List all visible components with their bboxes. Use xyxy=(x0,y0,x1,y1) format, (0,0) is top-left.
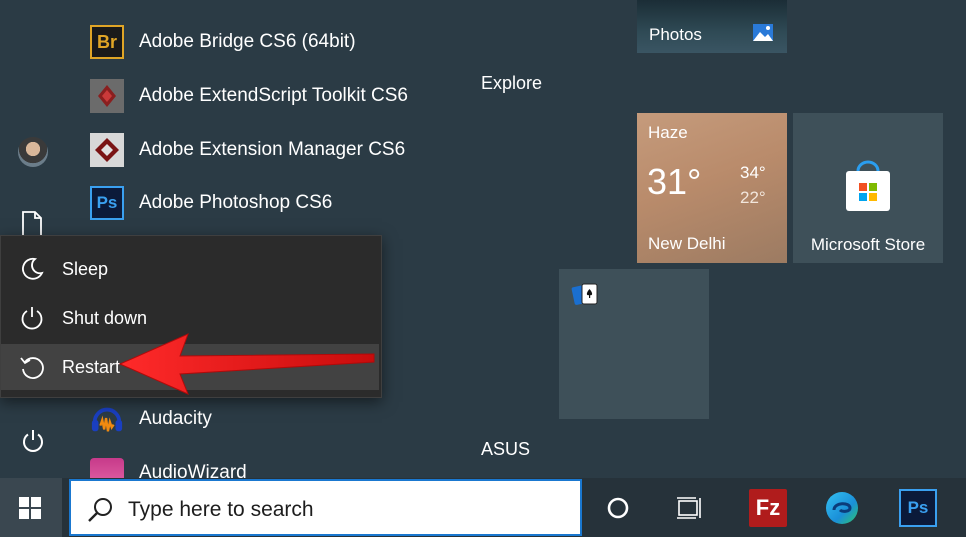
bridge-icon: Br xyxy=(90,25,124,59)
edge-taskbar-icon[interactable] xyxy=(823,489,861,527)
photos-tile[interactable]: Photos xyxy=(637,0,787,53)
start-menu: Br Adobe Bridge CS6 (64bit) Adobe Extend… xyxy=(0,0,966,478)
power-icon[interactable] xyxy=(21,429,45,453)
app-item-extension-manager[interactable]: Adobe Extension Manager CS6 xyxy=(90,130,405,170)
weather-tile[interactable]: Haze 31° 34° 22° New Delhi xyxy=(637,113,787,263)
photos-tile-label: Photos xyxy=(649,25,702,44)
audiowizard-icon xyxy=(90,458,124,478)
shutdown-label: Shut down xyxy=(62,307,148,328)
taskbar: Type here to search Fz Ps xyxy=(0,478,966,537)
extendscript-icon xyxy=(90,79,124,113)
windows-logo-icon xyxy=(19,497,41,519)
store-bag-icon xyxy=(846,160,890,211)
restart-label: Restart xyxy=(62,356,121,377)
user-avatar[interactable] xyxy=(18,137,48,167)
solitaire-tile[interactable] xyxy=(559,269,709,419)
photoshop-icon: Ps xyxy=(90,186,124,220)
audacity-icon xyxy=(90,402,124,436)
search-icon xyxy=(88,498,112,522)
app-item-audiowizard[interactable]: AudioWizard xyxy=(90,452,247,478)
weather-low: 22° xyxy=(740,188,766,207)
sleep-label: Sleep xyxy=(62,258,109,279)
search-placeholder: Type here to search xyxy=(128,498,314,521)
microsoft-store-tile[interactable]: Microsoft Store xyxy=(793,113,943,263)
weather-high: 34° xyxy=(740,163,766,182)
store-tile-label: Microsoft Store xyxy=(810,235,926,254)
app-item-extendscript[interactable]: Adobe ExtendScript Toolkit CS6 xyxy=(90,76,408,116)
app-label: Adobe Extension Manager CS6 xyxy=(139,139,406,160)
filezilla-taskbar-icon[interactable]: Fz xyxy=(749,489,787,527)
weather-city: New Delhi xyxy=(648,234,726,253)
sleep-menu-item[interactable]: Sleep xyxy=(1,246,379,292)
moon-icon xyxy=(22,257,44,280)
solitaire-cards-icon xyxy=(571,283,598,305)
photos-icon xyxy=(753,24,773,41)
app-label: Adobe Photoshop CS6 xyxy=(139,192,333,213)
edge-icon xyxy=(826,492,858,524)
group-label-explore: Explore xyxy=(481,73,543,93)
app-label: Adobe Bridge CS6 (64bit) xyxy=(139,31,356,52)
cortana-button[interactable] xyxy=(599,489,637,527)
weather-temperature: 31° xyxy=(647,161,702,202)
restart-icon xyxy=(20,357,44,379)
taskbar-search-box[interactable]: Type here to search xyxy=(69,479,582,536)
app-label: Audacity xyxy=(139,408,212,429)
task-view-icon xyxy=(677,497,701,519)
task-view-button[interactable] xyxy=(671,489,709,527)
weather-condition: Haze xyxy=(648,123,688,142)
power-icon xyxy=(21,307,43,330)
start-button[interactable] xyxy=(0,478,62,537)
app-label: AudioWizard xyxy=(139,462,247,478)
documents-icon[interactable] xyxy=(21,211,43,237)
app-item-bridge[interactable]: Br Adobe Bridge CS6 (64bit) xyxy=(90,22,356,62)
app-item-photoshop[interactable]: Ps Adobe Photoshop CS6 xyxy=(90,183,332,223)
photoshop-taskbar-icon[interactable]: Ps xyxy=(899,489,937,527)
cortana-circle-icon xyxy=(607,497,629,519)
red-arrow-annotation xyxy=(118,333,375,395)
extension-manager-icon xyxy=(90,133,124,167)
app-label: Adobe ExtendScript Toolkit CS6 xyxy=(139,85,408,106)
group-label-asus: ASUS xyxy=(481,439,531,459)
app-item-audacity[interactable]: Audacity xyxy=(90,399,212,439)
